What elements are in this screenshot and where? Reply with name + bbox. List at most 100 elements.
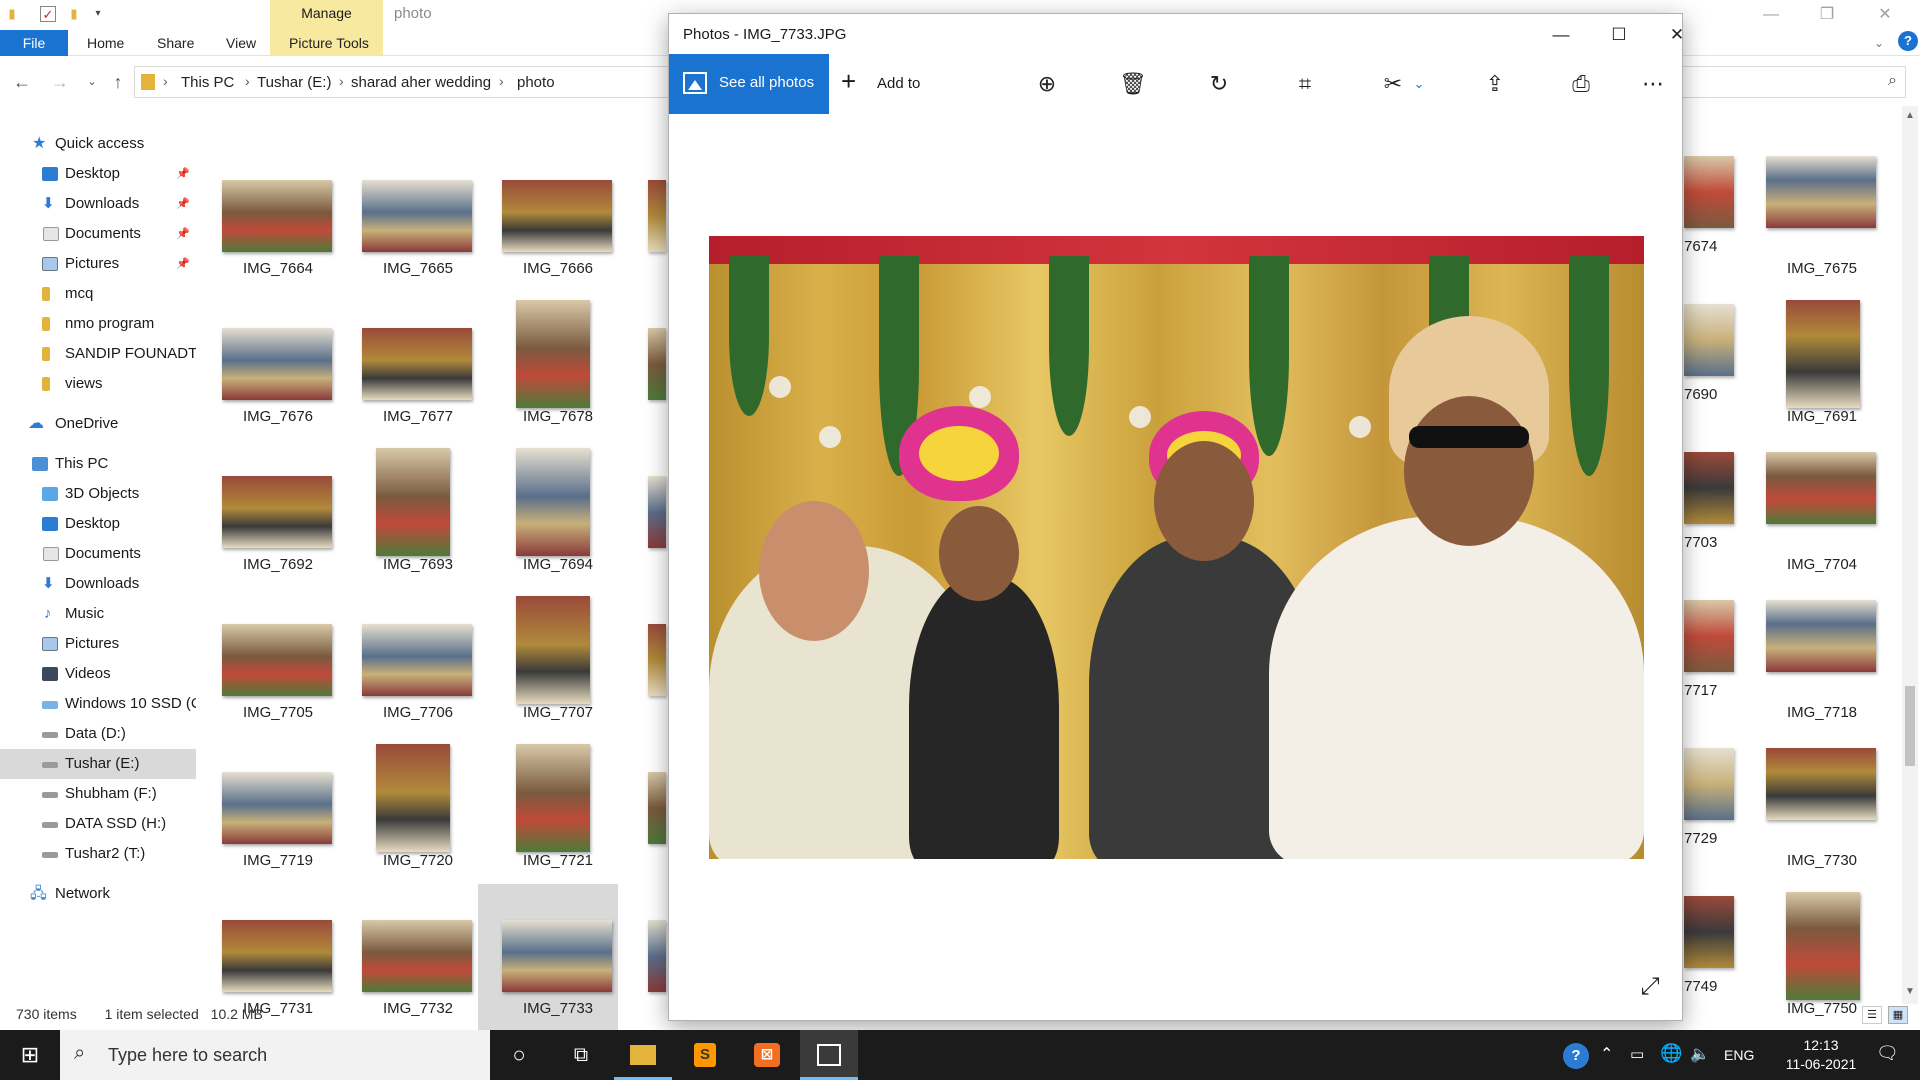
chevron-up-icon[interactable]: ⌃: [1600, 1044, 1613, 1064]
nav-drive-e[interactable]: Tushar (E:): [0, 749, 196, 779]
globe-icon[interactable]: 🌐: [1660, 1043, 1682, 1064]
breadcrumb-this-pc[interactable]: This PC: [181, 74, 234, 91]
delete-icon[interactable]: 🗑: [1117, 68, 1149, 100]
photos-taskbar-icon[interactable]: [800, 1030, 858, 1080]
pin-icon[interactable]: 📌: [176, 249, 190, 279]
breadcrumb-current[interactable]: photo: [517, 74, 555, 91]
xampp-taskbar-icon[interactable]: ⊠: [738, 1030, 796, 1080]
file-thumbnail[interactable]: IMG_7677: [338, 292, 478, 440]
help-tray-icon[interactable]: ?: [1563, 1043, 1589, 1069]
nav-desktop[interactable]: Desktop 📌: [0, 159, 196, 189]
nav-drive-h[interactable]: DATA SSD (H:): [0, 809, 196, 839]
share-icon[interactable]: ⇪: [1479, 68, 1511, 100]
chevron-right-icon[interactable]: ›: [245, 73, 250, 89]
breadcrumb-drive[interactable]: Tushar (E:): [257, 74, 331, 91]
large-icons-view-icon[interactable]: ▦: [1888, 1006, 1908, 1024]
taskbar-search-box[interactable]: ⌕ Type here to search: [60, 1030, 490, 1080]
volume-icon[interactable]: 🔈: [1690, 1044, 1710, 1064]
nav-folder-sandip[interactable]: SANDIP FOUNADTI(: [0, 339, 196, 369]
nav-documents[interactable]: Documents 📌: [0, 219, 196, 249]
file-thumbnail[interactable]: IMG_7707: [478, 588, 618, 736]
nav-drive-d[interactable]: Data (D:): [0, 719, 196, 749]
minimize-button[interactable]: —: [1744, 2, 1798, 28]
file-thumbnail[interactable]: IMG_7694: [478, 440, 618, 588]
nav-pictures[interactable]: Pictures 📌: [0, 249, 196, 279]
file-explorer-taskbar-icon[interactable]: [614, 1030, 672, 1080]
nav-folder-mcq[interactable]: mcq: [0, 279, 196, 309]
up-arrow-icon[interactable]: ↑: [106, 70, 130, 94]
file-thumbnail[interactable]: IMG_7730: [1752, 736, 1892, 884]
maximize-button[interactable]: ❐: [1800, 2, 1854, 28]
thumbnail-image[interactable]: [1684, 748, 1734, 820]
more-icon[interactable]: ⋯: [1637, 68, 1669, 100]
tab-view[interactable]: View: [226, 30, 256, 56]
file-thumbnail[interactable]: IMG_7721: [478, 736, 618, 884]
file-thumbnail[interactable]: IMG_7665: [338, 144, 478, 292]
nav-folder-nmo[interactable]: nmo program: [0, 309, 196, 339]
task-view-icon[interactable]: ⧉: [552, 1030, 610, 1080]
tab-file[interactable]: File: [0, 30, 68, 56]
full-screen-icon[interactable]: ⤢: [1637, 974, 1663, 1000]
file-thumbnail[interactable]: IMG_7664: [198, 144, 338, 292]
vertical-scrollbar[interactable]: ▲ ▼: [1902, 106, 1918, 1004]
properties-icon[interactable]: ✓: [40, 6, 56, 22]
nav-this-pc[interactable]: This PC: [0, 449, 196, 479]
breadcrumb-folder[interactable]: sharad aher wedding: [351, 74, 491, 91]
help-icon[interactable]: ?: [1898, 31, 1918, 51]
nav-drive-c[interactable]: Windows 10 SSD (C: [0, 689, 196, 719]
tab-picture-tools[interactable]: Picture Tools: [289, 30, 369, 56]
nav-folder-views[interactable]: views: [0, 369, 196, 399]
rotate-icon[interactable]: ↻: [1203, 68, 1235, 100]
file-thumbnail[interactable]: IMG_7666: [478, 144, 618, 292]
manage-tab[interactable]: Manage: [270, 5, 383, 21]
chevron-right-icon[interactable]: ›: [163, 73, 168, 89]
photo-viewer-image[interactable]: [709, 236, 1644, 859]
file-thumbnail[interactable]: IMG_7693: [338, 440, 478, 588]
customize-toolbar-icon[interactable]: ▾: [90, 6, 106, 22]
pin-icon[interactable]: 📌: [176, 219, 190, 249]
see-all-photos-button[interactable]: See all photos: [669, 54, 829, 114]
action-center-icon[interactable]: 🗨: [1876, 1043, 1899, 1064]
zoom-in-icon[interactable]: ⊕: [1031, 68, 1063, 100]
tab-share[interactable]: Share: [157, 30, 194, 56]
nav-pc-downloads[interactable]: ⬇ Downloads: [0, 569, 196, 599]
thumbnail-image[interactable]: [1684, 452, 1734, 524]
thumbnail-image[interactable]: [1684, 896, 1734, 968]
nav-videos[interactable]: Videos: [0, 659, 196, 689]
file-thumbnail[interactable]: IMG_7692: [198, 440, 338, 588]
chevron-right-icon[interactable]: ›: [499, 73, 504, 89]
nav-network[interactable]: 🖧 Network: [0, 879, 196, 909]
nav-pc-pictures[interactable]: Pictures: [0, 629, 196, 659]
file-thumbnail[interactable]: IMG_7691: [1752, 292, 1892, 440]
cortana-icon[interactable]: ○: [490, 1030, 548, 1080]
back-arrow-icon[interactable]: ←: [10, 70, 34, 94]
recent-locations-icon[interactable]: ⌄: [80, 70, 104, 94]
file-thumbnail[interactable]: IMG_7706: [338, 588, 478, 736]
sublime-text-taskbar-icon[interactable]: S: [676, 1030, 734, 1080]
windows-start-icon[interactable]: ⊞: [0, 1030, 60, 1080]
scroll-thumb[interactable]: [1905, 686, 1915, 766]
thumbnail-image[interactable]: [1684, 156, 1734, 228]
forward-arrow-icon[interactable]: →: [48, 70, 72, 94]
details-view-icon[interactable]: ☰: [1862, 1006, 1882, 1024]
photos-minimize-button[interactable]: —: [1539, 20, 1583, 50]
nav-pc-documents[interactable]: Documents: [0, 539, 196, 569]
file-thumbnail[interactable]: IMG_7732: [338, 884, 478, 1032]
ribbon-expand-icon[interactable]: ⌄: [1874, 30, 1884, 56]
nav-pc-desktop[interactable]: Desktop: [0, 509, 196, 539]
nav-downloads[interactable]: ⬇ Downloads 📌: [0, 189, 196, 219]
nav-onedrive[interactable]: ☁ OneDrive: [0, 409, 196, 439]
nav-quick-access[interactable]: ★ Quick access: [0, 129, 196, 159]
file-thumbnail[interactable]: IMG_7718: [1752, 588, 1892, 736]
file-thumbnail[interactable]: IMG_7720: [338, 736, 478, 884]
clock[interactable]: 12:13 11-06-2021: [1776, 1036, 1866, 1074]
pin-icon[interactable]: 📌: [176, 159, 190, 189]
crop-icon[interactable]: ⌗: [1289, 68, 1321, 100]
tab-home[interactable]: Home: [87, 30, 124, 56]
file-thumbnail[interactable]: IMG_7705: [198, 588, 338, 736]
battery-icon[interactable]: ▭: [1630, 1045, 1644, 1063]
nav-music[interactable]: ♪ Music: [0, 599, 196, 629]
photos-close-button[interactable]: ✕: [1655, 20, 1699, 50]
close-button[interactable]: ✕: [1858, 2, 1912, 28]
file-thumbnail[interactable]: IMG_7733: [478, 884, 618, 1032]
